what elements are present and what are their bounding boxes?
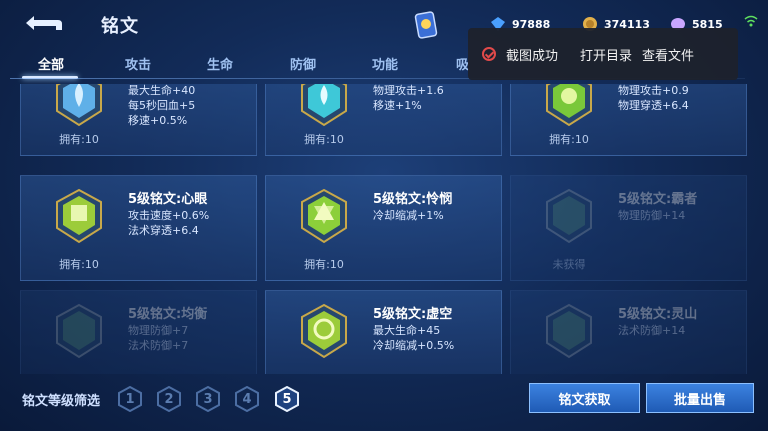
batch-sell-button[interactable]: 批量出售: [646, 383, 754, 413]
level-filter-5[interactable]: 5: [275, 386, 299, 412]
rune-card[interactable]: 物理攻击+0.9 物理穿透+6.4 拥有:10: [510, 84, 747, 156]
rune-card[interactable]: 5级铭文:怜悯 冷却缩减+1% 拥有:10: [265, 175, 502, 281]
rune-stats: 物理防御+14: [618, 209, 686, 222]
rune-name: 5级铭文:心眼: [128, 192, 208, 207]
rune-emblem-icon: [56, 84, 102, 127]
rune-card[interactable]: 5级铭文:虚空 最大生命+45 冷却缩减+0.5%: [265, 290, 502, 374]
rune-card-locked[interactable]: 5级铭文:灵山 法术防御+14: [510, 290, 747, 374]
back-button[interactable]: [22, 12, 66, 34]
toast-message: 截图成功: [506, 48, 559, 64]
screenshot-toast: 截图成功 打开目录 查看文件: [468, 28, 738, 80]
rune-emblem-icon: [546, 188, 592, 244]
owned-count: 拥有:10: [304, 133, 344, 146]
level-filter-label: 铭文等级筛选: [22, 394, 101, 409]
rune-name: 5级铭文:虚空: [373, 307, 453, 322]
view-file-link[interactable]: 查看文件: [642, 45, 694, 64]
rune-stats: 物理防御+7 法术防御+7: [128, 324, 189, 352]
rune-stats: 攻击速度+0.6% 法术穿透+6.4: [128, 209, 210, 237]
rune-emblem-icon: [56, 303, 102, 359]
rune-card[interactable]: 最大生命+40 每5秒回血+5 移速+0.5% 拥有:10: [20, 84, 257, 156]
rune-name: 5级铭文:霸者: [618, 192, 698, 207]
rune-obtain-button[interactable]: 铭文获取: [529, 383, 640, 413]
back-arrow-icon: [26, 16, 62, 30]
rune-stats: 物理攻击+1.6 移速+1%: [373, 84, 444, 112]
tab-utility[interactable]: 功能: [372, 54, 398, 73]
rune-card[interactable]: 物理攻击+1.6 移速+1% 拥有:10: [265, 84, 502, 156]
rune-emblem-icon: [56, 188, 102, 244]
rune-grid: 最大生命+40 每5秒回血+5 移速+0.5% 拥有:10 物理攻击+1.6 移速+1…: [20, 84, 750, 374]
rune-emblem-icon: [301, 188, 347, 244]
rune-stats: 最大生命+45 冷却缩减+0.5%: [373, 324, 455, 352]
level-filter-2[interactable]: 2: [157, 386, 181, 412]
tab-health[interactable]: 生命: [207, 54, 233, 73]
page-title: 铭文: [101, 16, 139, 37]
rune-emblem-icon: [301, 84, 347, 127]
category-tabs: 全部 攻击 生命 防御 功能 吸: [22, 50, 492, 80]
check-circle-icon: [482, 47, 496, 61]
rune-stats: 冷却缩减+1%: [373, 209, 444, 222]
owned-status: 未获得: [552, 258, 586, 271]
rune-emblem-icon: [546, 303, 592, 359]
owned-count: 拥有:10: [59, 133, 99, 146]
rune-stats: 最大生命+40 每5秒回血+5 移速+0.5%: [128, 84, 196, 127]
rune-name: 5级铭文:怜悯: [373, 192, 453, 207]
level-filter-4[interactable]: 4: [235, 386, 259, 412]
owned-count: 拥有:10: [549, 133, 589, 146]
rune-emblem-icon: [546, 84, 592, 127]
tab-defense[interactable]: 防御: [290, 54, 316, 73]
rune-stats: 法术防御+14: [618, 324, 686, 337]
owned-count: 拥有:10: [304, 258, 344, 271]
rune-name: 5级铭文:灵山: [618, 307, 698, 322]
rune-stats: 物理攻击+0.9 物理穿透+6.4: [618, 84, 689, 112]
open-folder-link[interactable]: 打开目录: [580, 45, 632, 64]
rune-card[interactable]: 5级铭文:心眼 攻击速度+0.6% 法术穿透+6.4 拥有:10: [20, 175, 257, 281]
owned-count: 拥有:10: [59, 258, 99, 271]
tab-attack[interactable]: 攻击: [125, 54, 151, 73]
wifi-icon: [744, 15, 758, 27]
level-filter-3[interactable]: 3: [196, 386, 220, 412]
rune-emblem-icon: [301, 303, 347, 359]
tab-all[interactable]: 全部: [38, 54, 64, 73]
rune-card-locked[interactable]: 5级铭文:均衡 物理防御+7 法术防御+7: [20, 290, 257, 374]
rune-card-locked[interactable]: 5级铭文:霸者 物理防御+14 未获得: [510, 175, 747, 281]
rune-name: 5级铭文:均衡: [128, 307, 208, 322]
level-filter-1[interactable]: 1: [118, 386, 142, 412]
